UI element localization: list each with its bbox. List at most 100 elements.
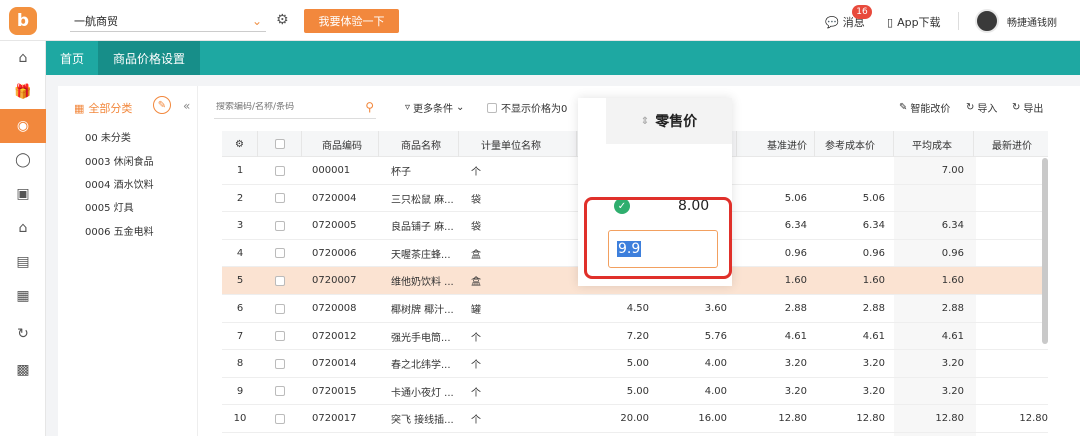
cell-avg-cost: 3.20 xyxy=(941,385,964,397)
cell-member-price: 4.00 xyxy=(704,385,727,397)
checkbox[interactable] xyxy=(275,358,285,369)
row-checkbox[interactable] xyxy=(258,185,302,212)
col-latest-purchase[interactable]: 最新进价 xyxy=(974,131,1048,157)
checkbox[interactable] xyxy=(275,413,285,424)
username[interactable]: 畅捷通钱刚 xyxy=(1007,14,1057,29)
cell-ref-cost: 12.80 xyxy=(856,413,885,425)
import-button[interactable]: ↻ 导入 xyxy=(966,100,997,115)
row-number: 1 xyxy=(236,165,244,176)
row-checkbox[interactable] xyxy=(258,378,302,405)
gear-icon[interactable]: ⚙ xyxy=(276,12,289,28)
more-conditions-button[interactable]: ▿ 更多条件 ⌄ xyxy=(405,100,464,115)
cell-unit: 袋 xyxy=(471,222,481,234)
col-avg-cost[interactable]: 平均成本 xyxy=(894,131,974,157)
category-item[interactable]: 0004 酒水饮料 xyxy=(85,176,154,191)
retail-price-header[interactable]: ⇕ 零售价 xyxy=(606,98,732,144)
col-ref-cost[interactable]: 参考成本价 xyxy=(815,131,894,157)
shopping-bag-icon[interactable]: ▣ xyxy=(0,177,46,211)
search-input[interactable] xyxy=(216,101,346,112)
cell-code: 0720014 xyxy=(312,358,357,370)
sync-icon[interactable]: ↻ xyxy=(0,317,46,351)
store-select[interactable]: 一航商贸 ⌄ xyxy=(70,10,266,32)
list-icon[interactable]: ▩ xyxy=(0,353,46,387)
column-settings-icon[interactable]: ⚙ xyxy=(222,131,258,157)
category-item[interactable]: 0005 灯具 xyxy=(85,199,134,214)
moneybag-icon[interactable]: ◯ xyxy=(0,143,46,177)
cell-code: 000001 xyxy=(312,165,351,176)
export-label: 导出 xyxy=(1023,104,1044,115)
report-icon[interactable]: ▦ xyxy=(0,279,46,313)
app-download-button[interactable]: ▯ App下载 xyxy=(887,14,941,30)
cell-latest-purchase xyxy=(974,267,1048,294)
row-checkbox[interactable] xyxy=(258,295,302,322)
category-all[interactable]: ▦ 全部分类 xyxy=(74,100,132,116)
row-number: 8 xyxy=(236,358,244,370)
col-unit[interactable]: 计量单位名称 xyxy=(459,131,577,157)
table-row[interactable]: 8 0720014 春之北纬学... 个 5.00 4.00 3.20 3.20 3.20 xyxy=(222,350,1048,378)
select-all-checkbox[interactable] xyxy=(258,131,302,157)
checkbox[interactable] xyxy=(275,386,285,397)
table-row[interactable]: 10 0720017 突飞 接线插... 个 20.00 16.00 12.80 12.80 1… xyxy=(222,405,1048,433)
cell-base-purchase: 1.60 xyxy=(784,275,807,287)
checkbox[interactable] xyxy=(275,275,285,286)
search-icon[interactable]: ⚲ xyxy=(365,100,374,114)
checkbox[interactable] xyxy=(275,193,285,204)
row-number: 4 xyxy=(236,247,244,259)
cell-latest-purchase xyxy=(974,350,1048,377)
store-icon[interactable]: ⌂ xyxy=(0,211,46,245)
cell-latest-purchase xyxy=(974,157,1048,184)
table-row[interactable]: 7 0720012 强光手电筒... 个 7.20 5.76 4.61 4.61 4.61 xyxy=(222,323,1048,351)
row-checkbox[interactable] xyxy=(258,157,302,184)
cell-avg-cost xyxy=(894,185,964,212)
row-checkbox[interactable] xyxy=(258,350,302,377)
checkbox[interactable] xyxy=(275,220,285,231)
tab-home[interactable]: 首页 xyxy=(46,41,98,75)
hide-zero-price-checkbox[interactable]: 不显示价格为0 xyxy=(487,100,567,115)
category-item[interactable]: 0003 休闲食品 xyxy=(85,153,154,168)
col-base-purchase[interactable]: 基准进价 xyxy=(737,131,815,157)
row-checkbox[interactable] xyxy=(258,240,302,267)
clipboard-icon[interactable]: ▤ xyxy=(0,245,46,279)
row-number: 3 xyxy=(236,220,244,232)
col-name[interactable]: 商品名称 xyxy=(379,131,459,157)
category-item[interactable]: 0006 五金电料 xyxy=(85,223,154,238)
home-icon[interactable]: ⌂ xyxy=(0,41,46,75)
row-checkbox[interactable] xyxy=(258,323,302,350)
cell-name: 三只松鼠 麻... xyxy=(391,194,454,206)
avatar[interactable] xyxy=(975,9,999,33)
cell-ref-cost: 2.88 xyxy=(862,303,885,314)
app-download-label: App下载 xyxy=(897,16,941,29)
table-scrollbar[interactable] xyxy=(1042,158,1048,344)
cell-unit: 盒 xyxy=(471,277,481,289)
checkbox[interactable] xyxy=(275,248,285,259)
cell-latest-purchase xyxy=(974,323,1048,350)
cell-latest-purchase xyxy=(974,378,1048,405)
collapse-icon[interactable]: « xyxy=(183,99,190,113)
message-icon: 💬 xyxy=(825,15,839,29)
trial-button[interactable]: 我要体验一下 xyxy=(304,9,399,33)
col-code[interactable]: 商品编码 xyxy=(302,131,379,157)
cell-ref-cost: 5.06 xyxy=(862,192,885,204)
row-checkbox[interactable] xyxy=(258,267,302,294)
edit-category-icon[interactable]: ✎ xyxy=(153,96,171,114)
gift-icon[interactable]: 🎁 xyxy=(0,75,46,109)
cell-name: 卡通小夜灯 ... xyxy=(391,387,454,399)
edit-icon: ✎ xyxy=(899,102,908,113)
checkbox[interactable] xyxy=(487,102,497,113)
price-settings-icon[interactable]: ◉ xyxy=(0,109,46,143)
left-rail: ⌂ 🎁 ◉ ◯ ▣ ⌂ ▤ ▦ ↻ ▩ xyxy=(0,41,46,436)
row-checkbox[interactable] xyxy=(258,405,302,432)
table-row[interactable]: 6 0720008 椰树牌 椰汁... 罐 4.50 3.60 2.88 2.88 2.88 xyxy=(222,295,1048,323)
category-item[interactable]: 00 未分类 xyxy=(85,129,131,144)
checkbox[interactable] xyxy=(275,331,285,342)
cell-code: 0720004 xyxy=(312,192,357,204)
smart-price-button[interactable]: ✎ 智能改价 xyxy=(899,100,950,115)
checkbox[interactable] xyxy=(275,165,285,176)
app-logo[interactable]: b xyxy=(0,0,46,41)
export-button[interactable]: ↻ 导出 xyxy=(1012,100,1043,115)
tab-price-settings[interactable]: 商品价格设置 xyxy=(98,41,200,75)
cell-unit: 盒 xyxy=(471,249,481,261)
table-row[interactable]: 9 0720015 卡通小夜灯 ... 个 5.00 4.00 3.20 3.20 3.20 xyxy=(222,378,1048,406)
checkbox[interactable] xyxy=(275,303,285,314)
row-checkbox[interactable] xyxy=(258,212,302,239)
